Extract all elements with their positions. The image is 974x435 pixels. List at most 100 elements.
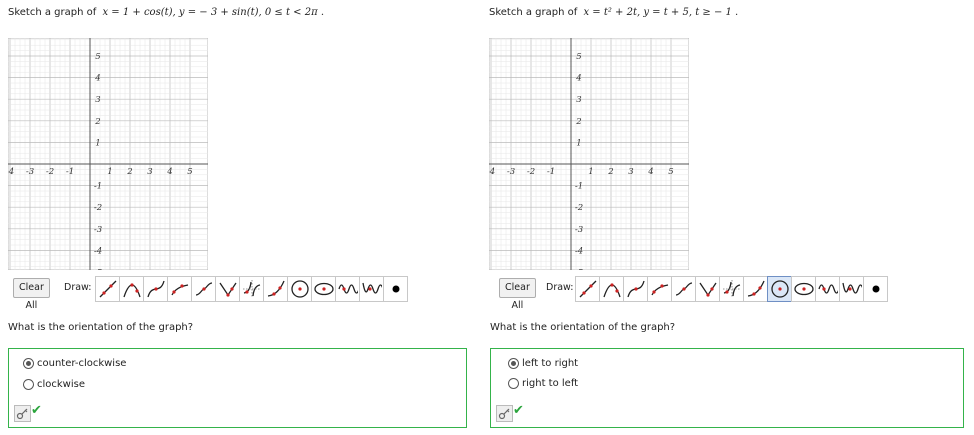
point-tool-button[interactable]	[863, 276, 888, 302]
sine-icon	[817, 284, 838, 294]
ellipse-tool-button[interactable]	[791, 276, 815, 302]
exponential-tool-button[interactable]	[743, 276, 767, 302]
y-tick-label: -4	[575, 246, 583, 256]
sqrt-tool-button[interactable]	[647, 276, 671, 302]
line-tool-button[interactable]	[95, 276, 119, 302]
radio-button[interactable]	[23, 379, 34, 390]
tool-palette	[575, 276, 888, 302]
question-text: What is the orientation of the graph?	[490, 322, 676, 333]
cubic-root-icon	[675, 282, 692, 296]
y-tick-label: 4	[94, 74, 100, 84]
prompt-label: Sketch a graph of	[8, 7, 97, 18]
exponential-tool-button[interactable]	[263, 276, 287, 302]
cubic-tool-button[interactable]	[143, 276, 167, 302]
rational-tool-button[interactable]	[239, 276, 263, 302]
graph-canvas[interactable]: -5-4-3-2-11234554321-1-2-3-4-5	[489, 38, 689, 270]
correct-check-icon: ✔	[31, 403, 42, 418]
point-tool-button[interactable]	[383, 276, 408, 302]
x-tick-label: -1	[547, 167, 555, 177]
sqrt-icon	[650, 284, 668, 296]
y-tick-label: -1	[94, 182, 102, 192]
y-tick-label: -3	[575, 225, 583, 235]
radio-button[interactable]	[23, 358, 34, 369]
option-label: clockwise	[37, 379, 86, 390]
ellipse-icon	[793, 282, 814, 296]
x-tick-label: 2	[126, 167, 132, 177]
point-icon	[872, 285, 879, 293]
exponential-icon	[747, 280, 765, 297]
y-tick-label: 4	[575, 74, 581, 84]
parabola-tool-button[interactable]	[119, 276, 143, 302]
y-tick-label: -2	[575, 203, 583, 213]
cubic-icon	[626, 280, 645, 298]
cubic-root-tool-button[interactable]	[671, 276, 695, 302]
cosine-tool-button[interactable]	[359, 276, 383, 302]
sine-icon	[337, 284, 358, 294]
y-tick-label: -5	[575, 268, 583, 270]
x-tick-label: 5	[187, 167, 192, 177]
prompt-label: Sketch a graph of	[489, 7, 578, 18]
cubic-tool-button[interactable]	[623, 276, 647, 302]
line-tool-button[interactable]	[575, 276, 599, 302]
y-tick-label: -1	[575, 182, 583, 192]
rational-tool-button[interactable]	[719, 276, 743, 302]
option-right-to-left[interactable]: right to left	[508, 378, 578, 389]
y-tick-label: 1	[95, 138, 100, 148]
option-clockwise[interactable]: clockwise	[23, 379, 85, 390]
prompt: Sketch a graph of x = t² + 2t, y = t + 5…	[489, 7, 738, 18]
prompt-math: x = 1 + cos(t), y = − 3 + sin(t), 0 ≤ t …	[102, 7, 325, 18]
point-icon	[392, 285, 399, 293]
prompt-math: x = t² + 2t, y = t + 5, t ≥ − 1 .	[583, 7, 739, 18]
ellipse-icon	[313, 282, 334, 296]
problem-panel-2: Sketch a graph of x = t² + 2t, y = t + 5…	[481, 0, 964, 435]
option-counter-clockwise[interactable]: counter-clockwise	[23, 358, 126, 369]
radio-button[interactable]	[508, 358, 519, 369]
sine-tool-button[interactable]	[815, 276, 839, 302]
sqrt-tool-button[interactable]	[167, 276, 191, 302]
parabola-icon	[602, 283, 621, 298]
draw-label: Draw:	[546, 282, 574, 293]
circle-tool-button[interactable]	[767, 276, 791, 302]
y-tick-label: 5	[576, 52, 581, 62]
clear-all-button[interactable]: Clear All	[499, 278, 536, 311]
problem-panel-1: Sketch a graph of x = 1 + cos(t), y = − …	[0, 0, 480, 435]
cubic-root-icon	[195, 282, 212, 296]
parabola-icon	[122, 283, 141, 298]
absolute-value-icon	[698, 282, 717, 297]
draw-label: Draw:	[64, 282, 92, 293]
x-tick-label: 5	[668, 167, 673, 177]
option-left-to-right[interactable]: left to right	[508, 358, 578, 369]
correct-check-icon: ✔	[513, 403, 524, 418]
ellipse-tool-button[interactable]	[311, 276, 335, 302]
y-tick-label: 3	[95, 95, 100, 105]
y-tick-label: -2	[94, 203, 102, 213]
graph-canvas[interactable]: -5-4-3-2-11234554321-1-2-3-4-5	[8, 38, 208, 270]
x-tick-label: -4	[8, 167, 14, 177]
absolute-value-icon	[218, 282, 237, 297]
key-icon[interactable]	[14, 405, 31, 422]
answer-box: left to right right to left ✔	[490, 348, 964, 428]
prompt: Sketch a graph of x = 1 + cos(t), y = − …	[8, 7, 324, 18]
absolute-value-tool-button[interactable]	[695, 276, 719, 302]
y-tick-label: 1	[576, 138, 581, 148]
x-tick-label: -1	[66, 167, 74, 177]
x-tick-label: 1	[107, 167, 112, 177]
cosine-icon	[841, 282, 862, 294]
radio-button[interactable]	[508, 378, 519, 389]
x-tick-label: 3	[147, 167, 152, 177]
key-icon[interactable]	[496, 405, 513, 422]
exponential-icon	[267, 280, 285, 297]
cubic-root-tool-button[interactable]	[191, 276, 215, 302]
rational-icon	[242, 280, 261, 298]
cosine-tool-button[interactable]	[839, 276, 863, 302]
absolute-value-tool-button[interactable]	[215, 276, 239, 302]
circle-tool-button[interactable]	[287, 276, 311, 302]
clear-all-button[interactable]: Clear All	[13, 278, 50, 311]
x-tick-label: -3	[507, 167, 515, 177]
option-label: right to left	[522, 378, 579, 389]
x-tick-label: 2	[607, 167, 613, 177]
x-tick-label: 4	[647, 167, 653, 177]
sine-tool-button[interactable]	[335, 276, 359, 302]
y-tick-label: -3	[94, 225, 102, 235]
parabola-tool-button[interactable]	[599, 276, 623, 302]
